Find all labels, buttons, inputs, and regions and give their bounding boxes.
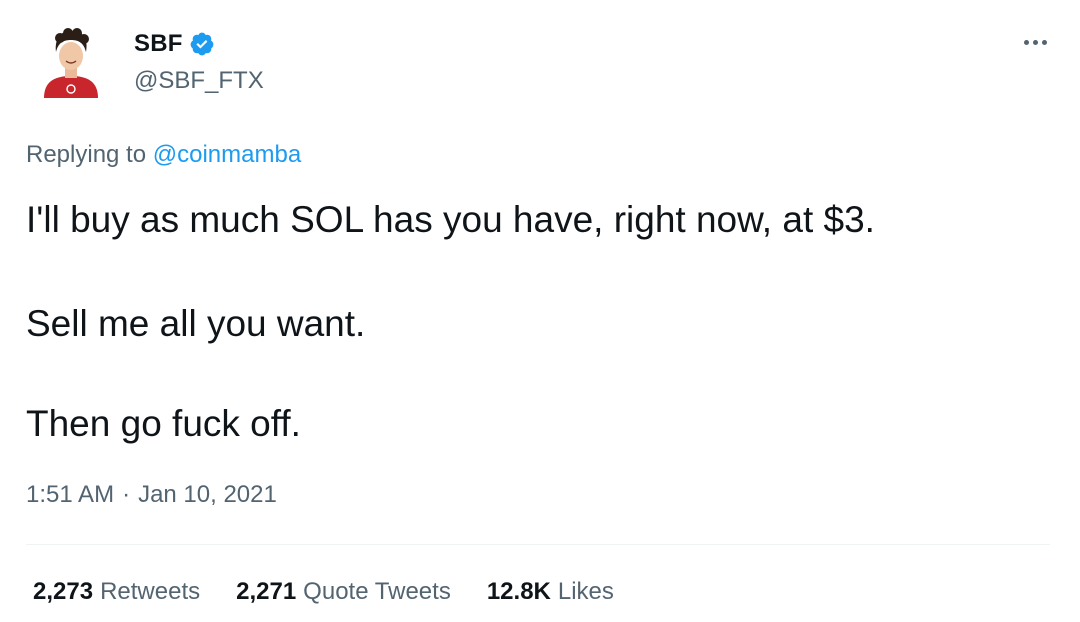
author-name-row[interactable]: SBF: [134, 28, 215, 60]
author-handle[interactable]: @SBF_FTX: [134, 66, 264, 96]
more-options-icon[interactable]: [1018, 30, 1052, 54]
tweet-text-line-3: Then go fuck off.: [26, 403, 301, 444]
avatar-image: [44, 28, 98, 98]
quote-tweets-stat[interactable]: 2,271 Quote Tweets: [236, 576, 451, 608]
replying-to-line: Replying to @coinmamba: [26, 140, 301, 170]
replying-to-prefix: Replying to: [26, 141, 147, 168]
dot: [1023, 39, 1029, 45]
dot: [1032, 39, 1038, 45]
timestamp-separator: ·: [122, 481, 131, 508]
tweet-date[interactable]: Jan 10, 2021: [138, 480, 277, 510]
quote-tweets-count: 2,271: [236, 578, 297, 605]
tweet-timestamp[interactable]: 1:51 AM · Jan 10, 2021: [26, 480, 277, 510]
tweet: SBF @SBF_FTX Replying to @coinmamba I'll…: [0, 0, 1080, 622]
quote-tweets-label: Quote Tweets: [303, 578, 451, 605]
divider: [26, 544, 1050, 545]
avatar[interactable]: [40, 26, 102, 98]
author-display-name[interactable]: SBF: [134, 28, 183, 60]
likes-label: Likes: [557, 578, 614, 605]
engagement-stats: 2,273 Retweets 2,271 Quote Tweets 12.8K …: [33, 576, 614, 608]
dot: [1041, 39, 1047, 45]
tweet-text-line-2: Sell me all you want.: [26, 303, 366, 344]
reply-mention-link[interactable]: @coinmamba: [153, 141, 301, 168]
tweet-time[interactable]: 1:51 AM: [26, 480, 114, 510]
retweets-count: 2,273: [33, 578, 94, 605]
retweets-stat[interactable]: 2,273 Retweets: [33, 576, 200, 608]
tweet-text-line-1: I'll buy as much SOL has you have, right…: [26, 199, 875, 240]
likes-count: 12.8K: [486, 578, 551, 605]
verified-badge-icon: [189, 31, 215, 57]
retweets-label: Retweets: [100, 578, 201, 605]
likes-stat[interactable]: 12.8K Likes: [487, 576, 614, 608]
